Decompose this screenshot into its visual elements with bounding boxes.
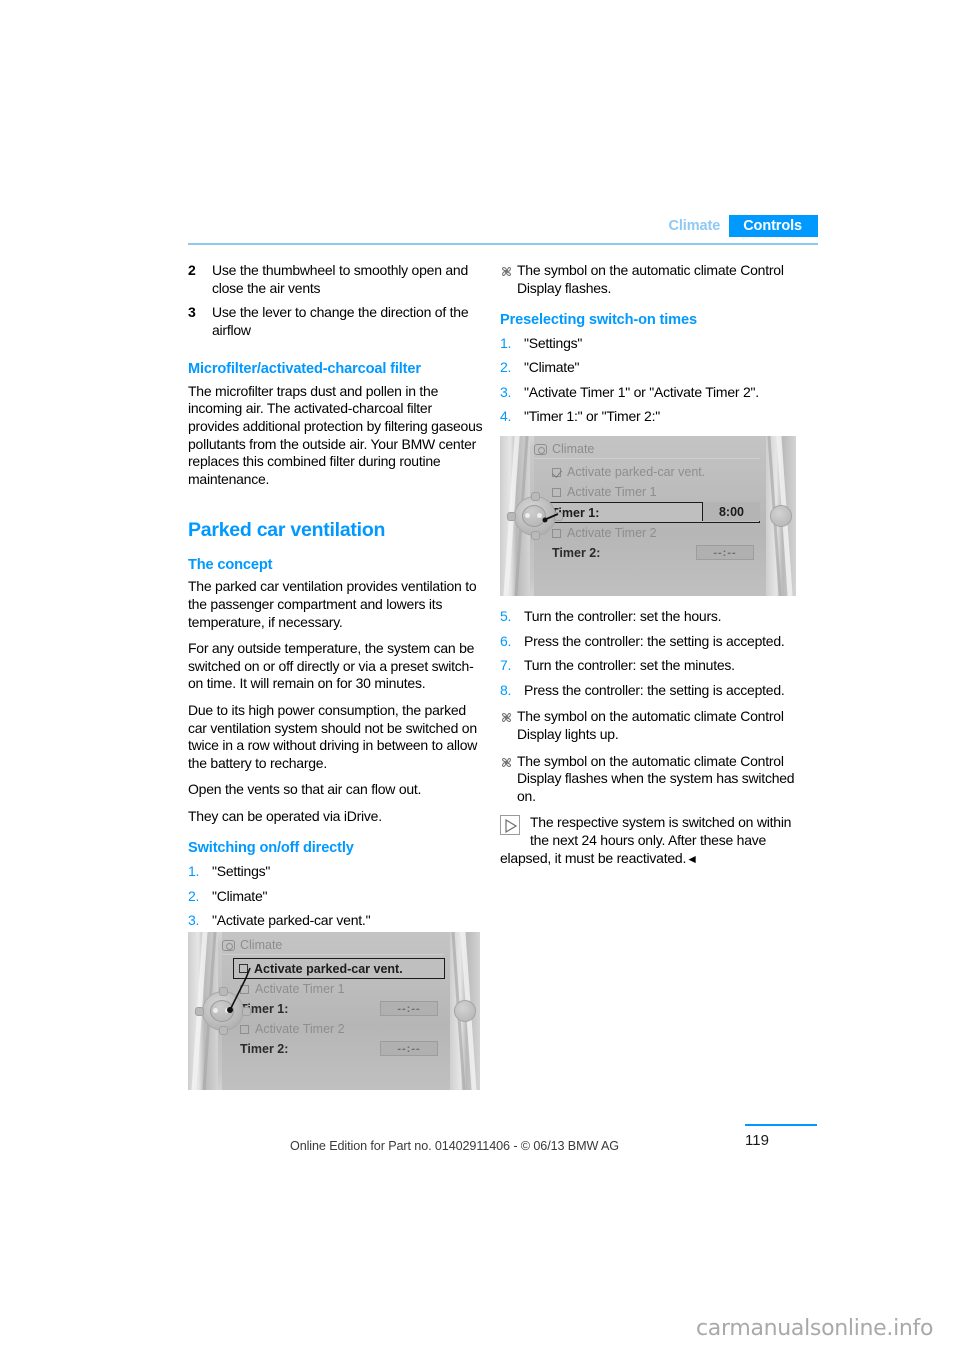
callout-leader-line (227, 967, 251, 1013)
list-item: 4. "Timer 1:" or "Timer 2:" (500, 408, 795, 426)
step-number: 6. (500, 632, 512, 649)
step-number: 8. (500, 681, 512, 698)
list-item: 1. "Settings" (188, 863, 483, 881)
step-text: Use the thumbwheel to smoothly open and … (212, 262, 469, 296)
microfilter-body: The microfilter traps dust and pollen in… (188, 382, 483, 487)
step-text: Turn the controller: set the minutes. (524, 657, 735, 674)
step-text: "Activate Timer 1" or "Activate Timer 2"… (524, 383, 759, 400)
play-triangle-icon (500, 815, 520, 836)
idrive-illustration-left: Climate Activate parked-car vent. Activa… (188, 932, 480, 1090)
fan-note-text: The symbol on the automatic climate Cont… (517, 708, 784, 742)
header-tab-climate: Climate (659, 215, 730, 237)
step-text: Press the controller: the setting is acc… (524, 632, 785, 649)
list-item: 1. "Settings" (500, 335, 795, 353)
page-title: Parked car ventilation (188, 519, 386, 542)
list-item: 2. "Climate" (188, 888, 483, 906)
header-tabs: Climate Controls (659, 215, 818, 237)
section-heading-concept: The concept (188, 556, 273, 573)
step-number: 2 (188, 262, 196, 278)
concept-paragraph-1: The parked car ventilation provides vent… (188, 578, 477, 630)
list-item: 6. Press the controller: the setting is … (500, 633, 795, 651)
info-note: The respective system is switched on wit… (500, 814, 795, 868)
section-heading-microfilter: Microfilter/activated-charcoal filter (188, 361, 421, 378)
step-number: 5. (500, 608, 512, 624)
concept-paragraph-3: Due to its high power consumption, the p… (188, 701, 478, 771)
fan-icon (502, 757, 511, 767)
concept-paragraph-5: They can be operated via iDrive. (188, 807, 382, 824)
list-item: 2 Use the thumbwheel to smoothly open an… (188, 262, 483, 297)
page-number: 119 (745, 1132, 769, 1149)
list-item: 3. "Activate parked-car vent." (188, 912, 483, 930)
step-number: 2. (500, 359, 512, 376)
end-of-section-mark: ◄ (686, 851, 698, 866)
step-text: "Climate" (524, 359, 580, 376)
fan-note-text: The symbol on the automatic climate Cont… (517, 262, 784, 296)
header-divider (188, 243, 818, 245)
fan-note-1: The symbol on the automatic climate Cont… (500, 262, 795, 297)
fan-icon (502, 713, 511, 723)
list-item: 3. "Activate Timer 1" or "Activate Timer… (500, 384, 795, 402)
step-number: 4. (500, 408, 512, 425)
watermark: carmanualsonline.info (696, 1316, 934, 1341)
manual-page: Climate Controls 2 Use the thumbwheel to… (0, 0, 960, 1358)
step-number: 1. (500, 334, 512, 351)
right-column-top: The symbol on the automatic climate Cont… (500, 262, 795, 433)
running-header: Climate Controls (188, 215, 818, 251)
step-text: Press the controller: the setting is acc… (524, 681, 785, 698)
idrive-illustration-right: Climate Activate parked-car vent. Activa… (500, 436, 796, 596)
fan-note-text: The symbol on the automatic climate Cont… (517, 752, 795, 804)
section-heading-switching: Switching on/off directly (188, 840, 354, 857)
concept-paragraph-2: For any outside temperature, the system … (188, 640, 475, 692)
step-number: 3. (188, 912, 200, 929)
step-number: 7. (500, 657, 512, 674)
concept-paragraph-4: Open the vents so that air can flow out. (188, 781, 422, 798)
step-text: Turn the controller: set the hours. (524, 608, 722, 624)
fan-note-2: The symbol on the automatic climate Cont… (500, 708, 795, 743)
header-tab-controls: Controls (729, 215, 818, 237)
list-item: 3 Use the lever to change the direction … (188, 304, 483, 339)
list-item: 8. Press the controller: the setting is … (500, 682, 795, 700)
section-heading-preselecting: Preselecting switch-on times (500, 312, 697, 329)
step-text: "Climate" (212, 887, 268, 904)
step-text: Use the lever to change the direction of… (212, 304, 469, 338)
right-column-bottom: 5. Turn the controller: set the hours. 6… (500, 608, 795, 868)
left-column: 2 Use the thumbwheel to smoothly open an… (188, 262, 483, 937)
step-text: "Activate parked-car vent." (212, 912, 371, 929)
list-item: 5. Turn the controller: set the hours. (500, 608, 795, 626)
list-item: 2. "Climate" (500, 359, 795, 377)
step-number: 1. (188, 862, 200, 879)
step-text: "Settings" (524, 334, 583, 351)
step-number: 3. (500, 383, 512, 400)
note-text: The respective system is switched on wit… (500, 814, 792, 866)
step-number: 3 (188, 304, 196, 321)
fan-icon (502, 267, 511, 276)
step-text: "Settings" (212, 862, 271, 879)
fan-note-3: The symbol on the automatic climate Cont… (500, 753, 795, 806)
step-text: "Timer 1:" or "Timer 2:" (524, 408, 660, 425)
callout-leader-line (542, 513, 559, 523)
step-number: 2. (188, 887, 200, 904)
list-item: 7. Turn the controller: set the minutes. (500, 657, 795, 675)
footer-edition-line: Online Edition for Part no. 01402911406 … (290, 1139, 619, 1153)
